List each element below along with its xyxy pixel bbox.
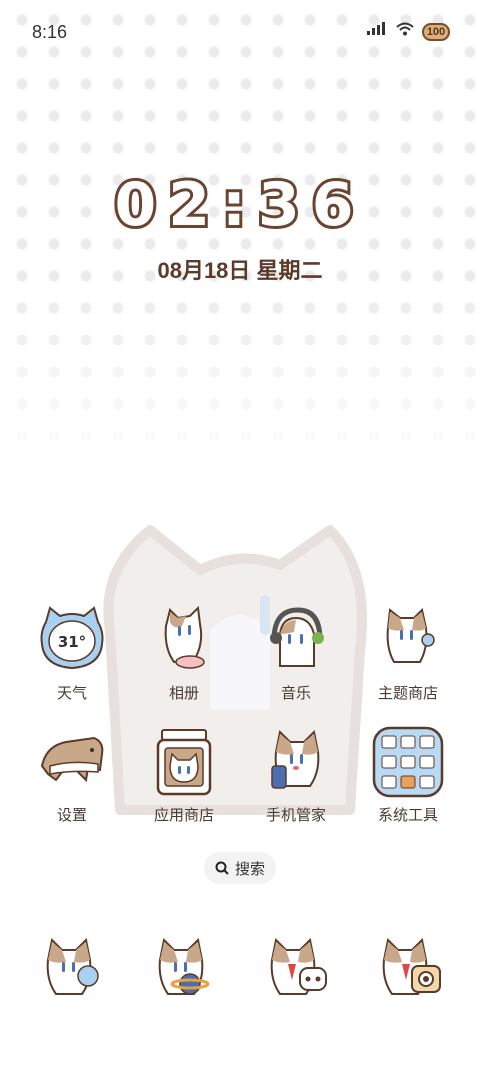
app-weather[interactable]: 31° 天气 — [16, 604, 128, 703]
app-music[interactable]: 音乐 — [240, 604, 352, 703]
dock-messages-cat-icon[interactable] — [260, 934, 332, 1006]
search-button[interactable]: 搜索 — [204, 852, 276, 884]
app-app-store[interactable]: 应用商店 — [128, 726, 240, 825]
clock-date: 08月18日 星期二 — [157, 258, 323, 283]
gallery-cat-icon — [164, 605, 205, 669]
app-store-jar-cat-icon — [156, 729, 212, 796]
settings-cat-icon — [40, 736, 104, 783]
app-theme-store[interactable]: 主题商店 — [352, 604, 464, 703]
weather-temperature: 31° — [58, 633, 86, 651]
status-bar: 8:16 100 — [0, 0, 480, 64]
status-time: 8:16 — [32, 22, 68, 42]
search-label: 搜索 — [234, 860, 265, 878]
app-system-tools[interactable]: 系统工具 — [352, 726, 464, 825]
app-gallery[interactable]: 相册 — [128, 604, 240, 703]
system-tools-folder-icon — [372, 726, 444, 798]
app-label: 音乐 — [280, 685, 311, 702]
theme-store-cat-icon — [386, 608, 435, 663]
dock-browser-cat-icon[interactable] — [148, 934, 220, 1006]
music-cat-headphones-icon — [270, 607, 324, 667]
dock-phone-cat-icon[interactable] — [36, 934, 108, 1006]
search-icon — [215, 861, 229, 875]
app-label: 设置 — [56, 807, 87, 824]
app-label: 相册 — [168, 685, 199, 702]
app-label: 系统工具 — [377, 807, 438, 824]
app-settings[interactable]: 设置 — [16, 726, 128, 825]
app-label: 天气 — [56, 685, 87, 702]
app-label: 主题商店 — [377, 685, 438, 702]
battery-icon: 100 — [422, 22, 450, 41]
lockscreen-clock: 02:36 — [112, 167, 366, 243]
signal-icon — [366, 22, 388, 41]
weather-cat-icon: 31° — [40, 606, 104, 670]
app-label: 应用商店 — [153, 807, 214, 824]
app-phone-manager[interactable]: 手机管家 — [240, 726, 352, 825]
app-label: 手机管家 — [265, 807, 326, 824]
dock-camera-cat-icon[interactable] — [372, 934, 444, 1006]
phone-manager-cat-icon — [271, 729, 320, 789]
wifi-icon — [396, 22, 414, 41]
